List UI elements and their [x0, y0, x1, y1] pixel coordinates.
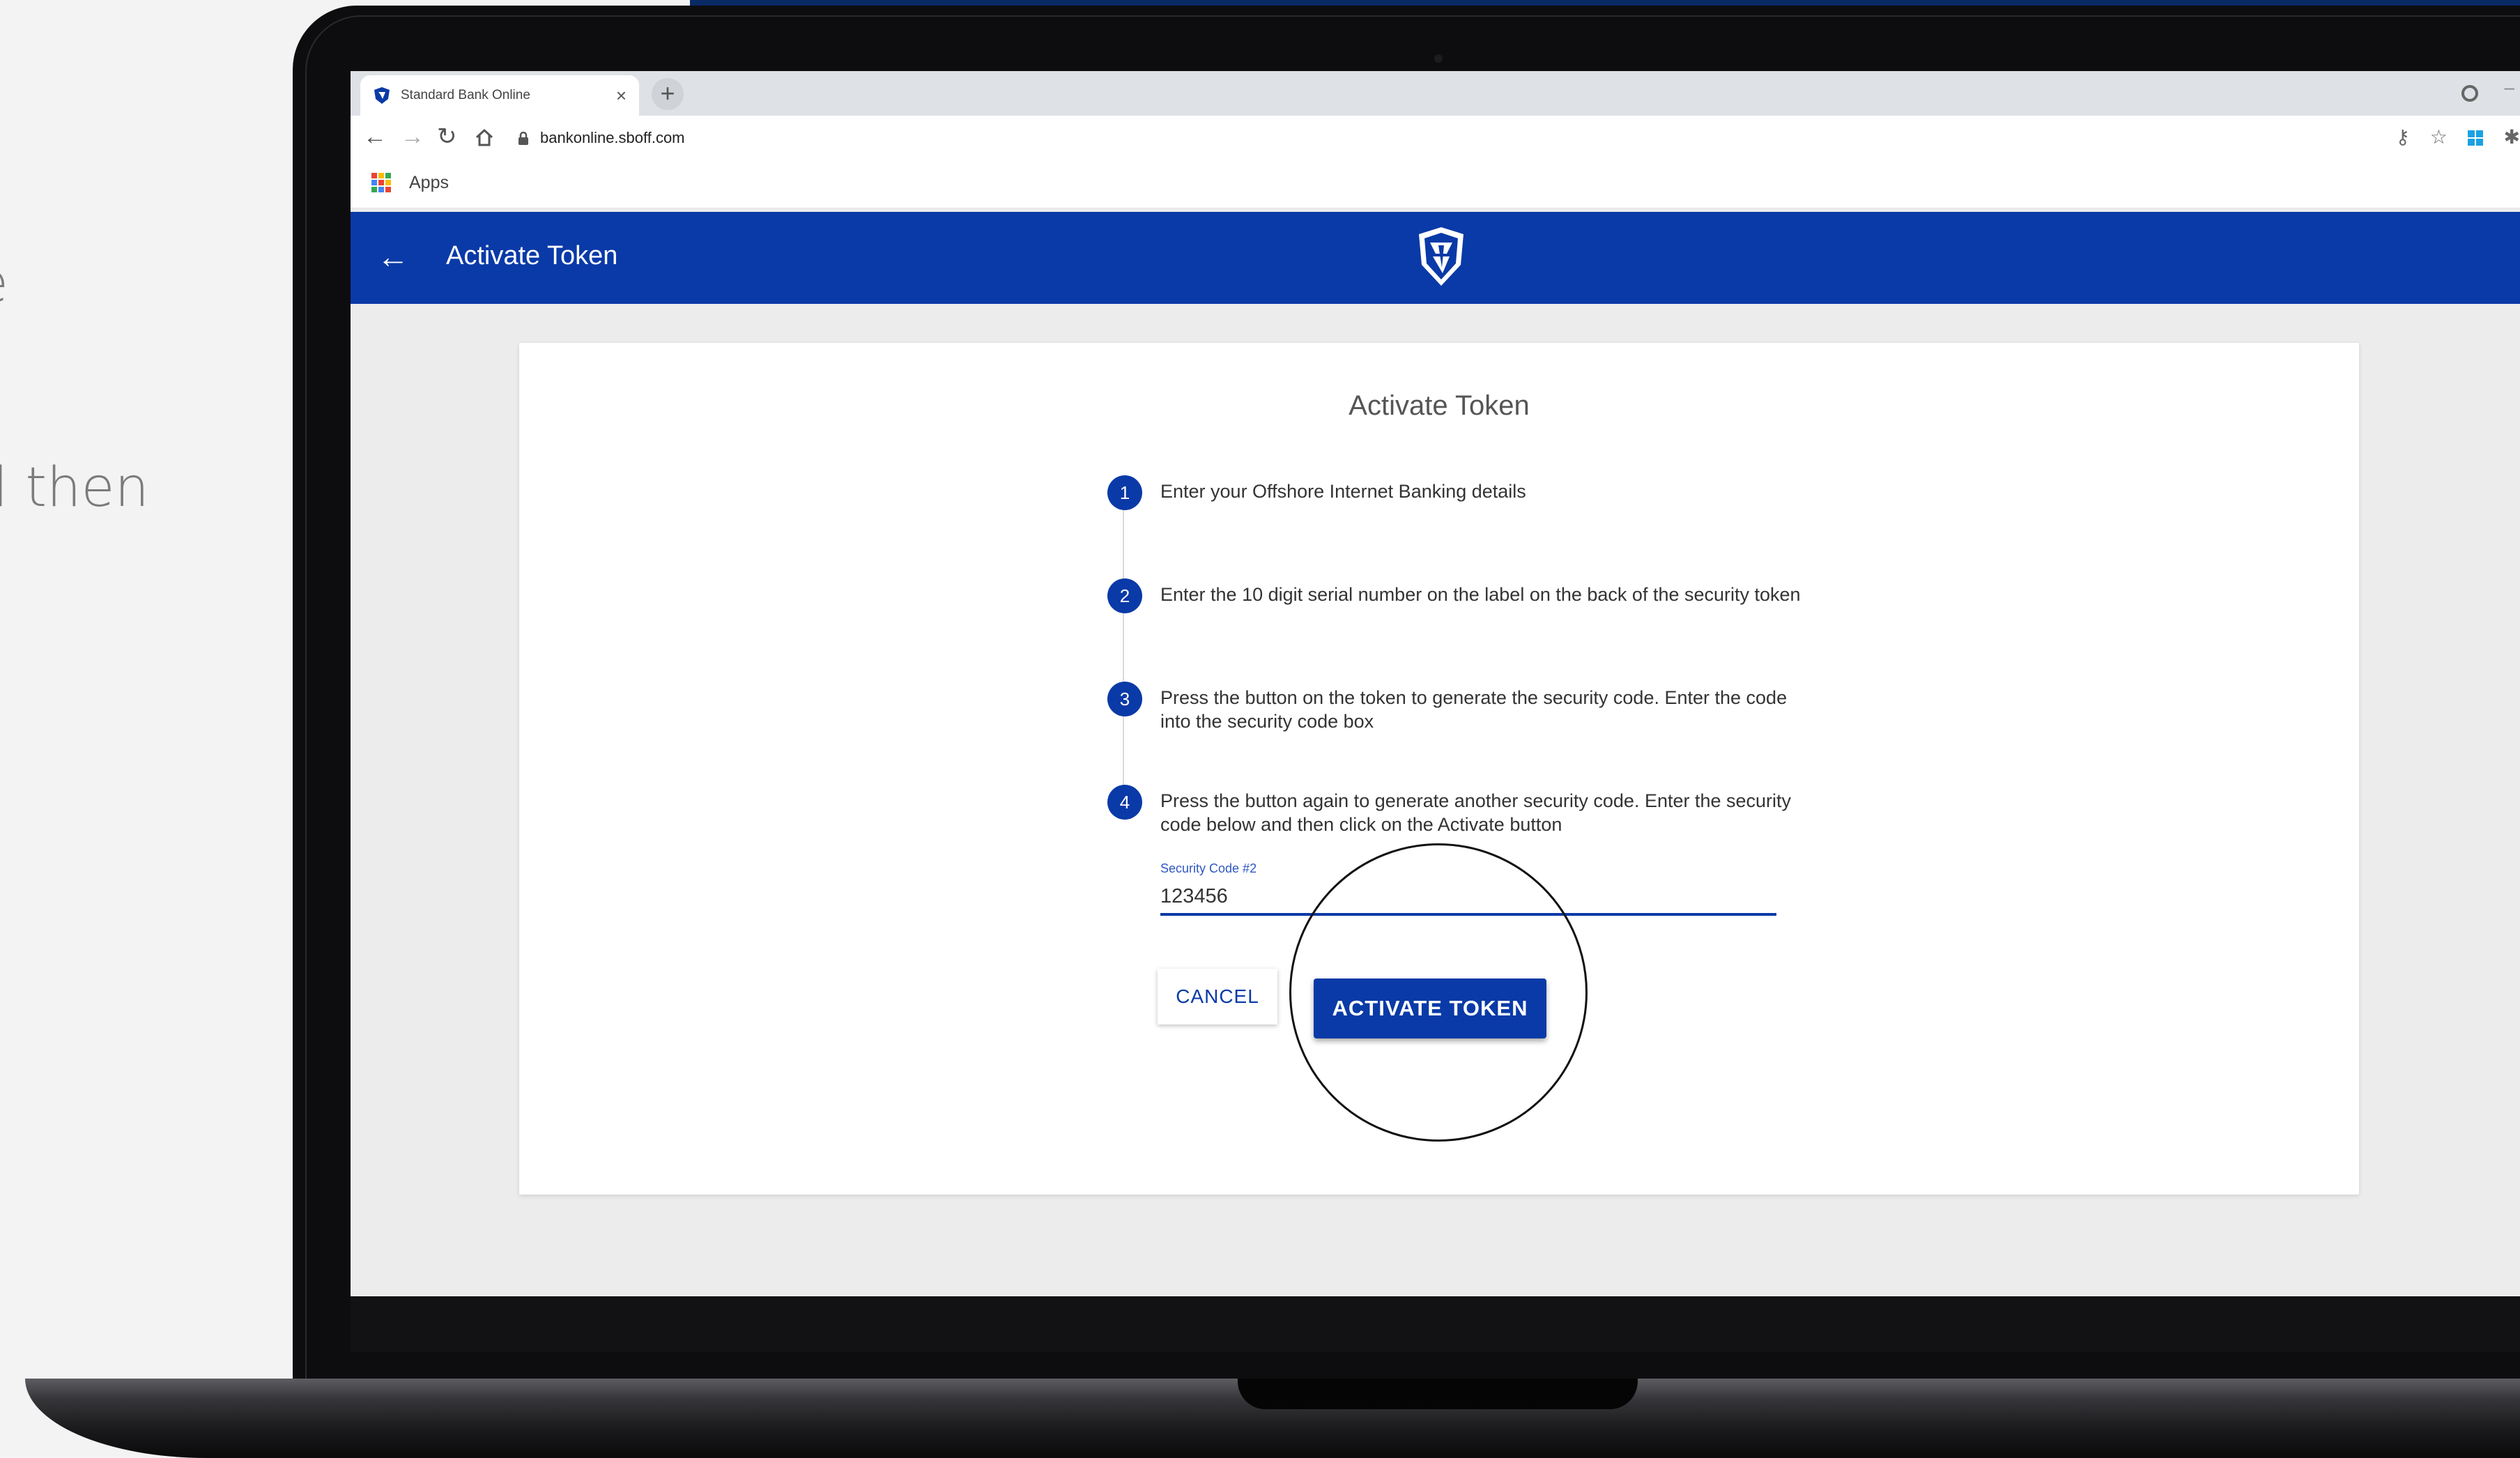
step-item: 1 Enter your Offshore Internet Banking d…	[1107, 475, 1808, 510]
close-icon[interactable]: ×	[616, 85, 627, 107]
forward-icon[interactable]: →	[401, 123, 424, 151]
address-bar[interactable]: bankonline.sboff.com	[518, 124, 685, 152]
step-number-badge: 2	[1107, 578, 1142, 613]
cancel-button[interactable]: CANCEL	[1158, 969, 1277, 1025]
standard-bank-shield-logo	[1419, 227, 1463, 286]
laptop-bezel-bottom	[351, 1296, 2520, 1352]
step-connector-line	[1123, 503, 1124, 817]
background-heading-fragment: l then	[0, 456, 149, 519]
reload-icon[interactable]: ↻	[437, 123, 457, 151]
highlight-circle	[1289, 843, 1588, 1142]
step-text: Enter the 10 digit serial number on the …	[1160, 584, 1801, 605]
browser-tab[interactable]: Standard Bank Online ×	[360, 75, 639, 116]
back-icon[interactable]: ←	[363, 123, 387, 151]
profile-icon[interactable]	[2461, 85, 2478, 102]
back-arrow-icon[interactable]: ←	[377, 237, 409, 276]
step-text: Press the button on the token to generat…	[1160, 687, 1788, 732]
step-number-badge: 3	[1107, 682, 1142, 716]
step-number-badge: 1	[1107, 475, 1142, 510]
minimize-icon[interactable]: –	[2505, 77, 2514, 98]
star-icon[interactable]: ☆	[2430, 125, 2448, 149]
app-header: ← Activate Token	[351, 212, 2520, 304]
shield-favicon-icon	[374, 87, 390, 104]
card-title: Activate Token	[1349, 390, 1530, 421]
home-icon[interactable]	[475, 128, 494, 146]
laptop-base-notch	[1238, 1379, 1638, 1409]
background-heading-fragment: e	[0, 252, 8, 315]
key-icon[interactable]: ⚷	[2395, 125, 2410, 149]
page-title: Activate Token	[446, 241, 618, 270]
step-text: Enter your Offshore Internet Banking det…	[1160, 481, 1526, 502]
laptop-camera	[1434, 54, 1443, 63]
puzzle-icon[interactable]: ✱	[2504, 125, 2520, 149]
browser-tab-bar: Standard Bank Online × + –	[351, 71, 2520, 116]
extension-windows-icon[interactable]	[2467, 130, 2484, 146]
laptop-screen: Standard Bank Online × + – ← → ↻ bankonl…	[351, 71, 2520, 1296]
step-item: 3 Press the button on the token to gener…	[1107, 682, 1808, 733]
lock-icon	[518, 132, 528, 146]
url-text: bankonline.sboff.com	[540, 129, 685, 146]
step-text: Press the button again to generate anoth…	[1160, 790, 1792, 835]
step-item: 2 Enter the 10 digit serial number on th…	[1107, 578, 1808, 613]
bookmarks-bar: Apps	[351, 158, 2520, 208]
new-tab-button[interactable]: +	[652, 78, 684, 110]
security-code-label: Security Code #2	[1160, 861, 1257, 875]
step-number-badge: 4	[1107, 785, 1142, 820]
activation-card: Activate Token 1 Enter your Offshore Int…	[519, 343, 2359, 1195]
step-item: 4 Press the button again to generate ano…	[1107, 785, 1808, 836]
tab-title: Standard Bank Online	[401, 88, 530, 102]
browser-toolbar: ← → ↻ bankonline.sboff.com ⚷ ☆ ✱	[351, 116, 2520, 158]
apps-grid-icon[interactable]	[371, 173, 391, 192]
bookmark-apps[interactable]: Apps	[409, 173, 449, 193]
